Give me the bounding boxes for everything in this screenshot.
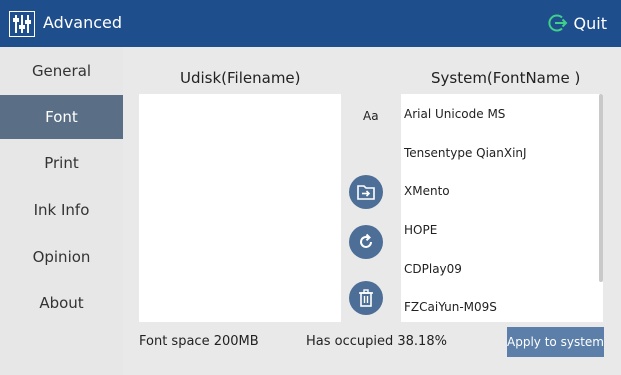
font-item-xmento[interactable]: XMento — [404, 183, 450, 199]
font-item-cdplay09[interactable]: CDPlay09 — [404, 261, 462, 277]
sidebar-item-general[interactable]: General — [0, 49, 123, 93]
font-preview-label: Aa — [363, 109, 379, 123]
delete-font-button[interactable] — [349, 281, 383, 315]
udisk-column-title: Udisk(Filename) — [180, 69, 301, 87]
font-list-scrollbar[interactable] — [599, 94, 603, 282]
quit-label: Quit — [573, 13, 607, 33]
font-space-text: Font space 200MB — [139, 334, 259, 349]
exit-arrow-icon — [547, 14, 567, 32]
refresh-icon — [360, 233, 372, 248]
trash-icon — [359, 289, 373, 307]
font-item-fzcaiyun[interactable]: FZCaiYun-M09S — [404, 299, 497, 315]
sidebar-item-about[interactable]: About — [0, 281, 123, 325]
sidebar-item-ink-info[interactable]: Ink Info — [0, 188, 123, 232]
sidebar: General Font Print Ink Info Opinion Abou… — [0, 47, 123, 375]
system-font-list: Arial Unicode MS Tensentype QianXinJ XMe… — [401, 94, 603, 322]
udisk-file-list[interactable] — [139, 94, 341, 322]
font-item-arial-unicode-ms[interactable]: Arial Unicode MS — [404, 106, 505, 122]
apply-to-system-button[interactable]: Apply to system — [507, 327, 604, 357]
title-bar: Advanced Quit — [0, 0, 621, 47]
sidebar-item-opinion[interactable]: Opinion — [0, 235, 123, 279]
sliders-icon — [9, 11, 35, 37]
sidebar-item-font[interactable]: Font — [0, 95, 123, 139]
occupied-text: Has occupied 38.18% — [306, 334, 447, 349]
font-item-tensentype-qianxinj[interactable]: Tensentype QianXinJ — [404, 145, 527, 161]
font-item-hope[interactable]: HOPE — [404, 222, 437, 238]
quit-button[interactable]: Quit — [547, 12, 607, 34]
window-title: Advanced — [43, 13, 123, 32]
system-column-title: System(FontName ) — [431, 69, 581, 87]
import-folder-icon — [357, 185, 375, 200]
sidebar-item-print[interactable]: Print — [0, 141, 123, 185]
refresh-button[interactable] — [349, 225, 383, 259]
import-font-button[interactable] — [349, 175, 383, 209]
